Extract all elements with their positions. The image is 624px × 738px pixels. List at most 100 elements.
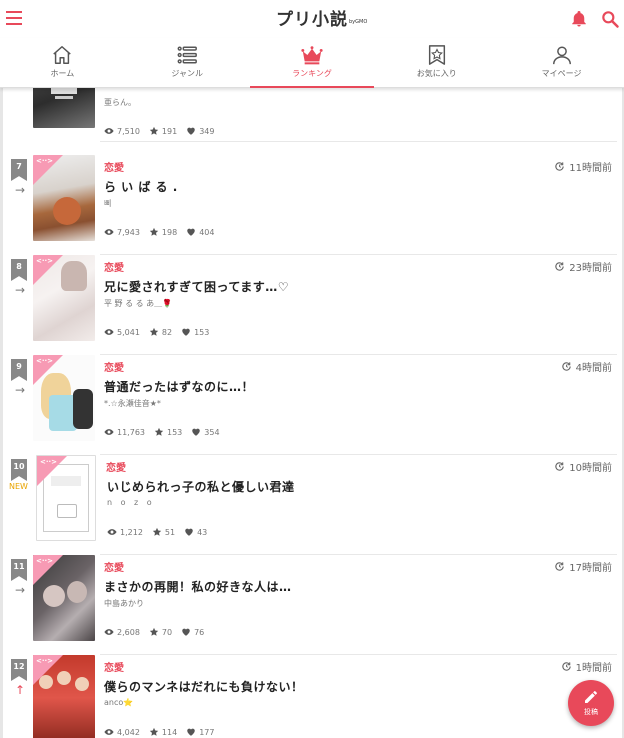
list-item[interactable]: 10 NEW <··> 恋愛 10時間前 いじめられっ子の私と優しい君達 n o… <box>3 455 622 555</box>
pencil-icon <box>585 691 597 703</box>
genre-label[interactable]: 恋愛 <box>106 459 126 474</box>
logo-subtext: byGMO <box>349 19 368 25</box>
view-count-value: 11,763 <box>117 427 145 437</box>
list-item[interactable]: 7 → <··> 恋愛 11時間前 ら い ば る . 삐 7,943 198 … <box>3 155 622 255</box>
cover-image <box>33 88 95 128</box>
cover-image: <··> <box>36 455 96 541</box>
author-name[interactable]: n o z o <box>107 498 155 507</box>
heart-icon <box>192 428 201 436</box>
tab-home[interactable]: ホーム <box>0 38 125 87</box>
star-count-value: 191 <box>161 126 178 136</box>
story-title[interactable]: 兄に愛されすぎて困ってます…♡ <box>104 278 289 295</box>
updated-time: 4時間前 <box>561 359 612 374</box>
trend-right-icon: → <box>14 583 26 597</box>
star-count: 51 <box>152 527 175 537</box>
rank-badge: 12 <box>11 659 27 681</box>
story-title[interactable]: ら い ば る . <box>104 178 178 195</box>
corner-arrow-icon: <··> <box>36 357 54 365</box>
author-name[interactable]: 中島あかり <box>104 598 144 609</box>
genre-list-icon <box>177 46 198 64</box>
corner-arrow-icon: <··> <box>40 458 58 466</box>
ranking-list: → 亜らん。 7,510 191 349 7 → <··> 恋愛 11時間前 ら… <box>0 88 624 738</box>
search-icon[interactable] <box>600 9 620 29</box>
view-count-value: 7,943 <box>117 227 140 237</box>
tab-label: ランキング <box>292 69 332 78</box>
tab-genre[interactable]: ジャンル <box>125 38 250 87</box>
star-icon <box>154 427 164 436</box>
list-item[interactable]: 8 → <··> 恋愛 23時間前 兄に愛されすぎて困ってます…♡ 平 野 る … <box>3 255 622 355</box>
updated-time-text: 1時間前 <box>575 663 612 674</box>
star-count: 153 <box>154 427 182 437</box>
rank-badge: 10 <box>11 459 27 481</box>
home-icon <box>53 46 72 64</box>
updated-time-text: 23時間前 <box>569 263 612 274</box>
story-title[interactable]: いじめられっ子の私と優しい君達 <box>107 478 295 495</box>
tab-ranking[interactable]: ランキング <box>249 38 375 88</box>
rank-badge: 9 <box>11 359 27 381</box>
author-name[interactable]: 平 野 る る あ＿🌹 <box>104 298 172 309</box>
story-title[interactable]: 普通だったはずなのに…！ <box>104 378 254 395</box>
bell-icon[interactable] <box>570 9 588 29</box>
list-item[interactable]: 11 → <··> 恋愛 17時間前 まさかの再開！私の好きな人は… 中島あかり… <box>3 555 622 655</box>
rank-badge: 7 <box>11 159 27 181</box>
trend-right-icon: → <box>14 183 26 197</box>
story-title[interactable]: まさかの再開！私の好きな人は… <box>104 578 292 595</box>
eye-icon <box>104 629 114 635</box>
star-icon <box>149 327 159 336</box>
story-stats: 7,943 198 404 <box>104 227 223 237</box>
corner-arrow-icon: <··> <box>36 257 54 265</box>
story-title[interactable]: 僕らのマンネはだれにも負けない！ <box>104 678 304 695</box>
menu-icon[interactable] <box>6 11 22 25</box>
app-logo[interactable]: プリ小説 byGMO <box>276 6 367 30</box>
heart-count: 76 <box>181 627 204 637</box>
genre-label[interactable]: 恋愛 <box>104 259 124 274</box>
heart-icon <box>187 728 195 736</box>
updated-time-text: 4時間前 <box>575 363 612 374</box>
star-count: 70 <box>149 627 172 637</box>
updated-time-text: 10時間前 <box>569 463 612 474</box>
genre-label[interactable]: 恋愛 <box>104 659 124 674</box>
eye-icon <box>107 529 117 535</box>
nav-tabs: ホーム ジャンル ランキング お気に入り マイページ <box>0 38 624 88</box>
genre-label[interactable]: 恋愛 <box>104 359 124 374</box>
cover-image: <··> <box>33 155 95 241</box>
list-item[interactable]: → 亜らん。 7,510 191 349 <box>3 88 622 142</box>
author-name[interactable]: *.☆永瀬佳音★* <box>104 398 161 409</box>
tab-label: お気に入り <box>416 69 457 78</box>
genre-label[interactable]: 恋愛 <box>104 159 124 174</box>
cover-image: <··> <box>33 655 95 738</box>
heart-count: 354 <box>191 427 220 437</box>
cover-image: <··> <box>33 555 95 641</box>
post-button[interactable]: 投稿 <box>568 680 614 726</box>
eye-icon <box>104 229 114 235</box>
list-item[interactable]: 12 ↑ <··> 恋愛 1時間前 僕らのマンネはだれにも負けない！ anco⭐… <box>3 655 622 738</box>
author-name[interactable]: 삐 <box>104 198 111 209</box>
view-count: 7,943 <box>104 227 140 237</box>
tab-mypage[interactable]: マイページ <box>499 38 624 87</box>
view-count-value: 7,510 <box>117 126 140 136</box>
heart-count-value: 354 <box>204 427 220 437</box>
story-stats: 2,608 70 76 <box>104 627 213 637</box>
star-count-value: 51 <box>164 527 176 537</box>
heart-count: 404 <box>186 227 214 237</box>
view-count-value: 2,608 <box>117 627 140 637</box>
star-count: 191 <box>149 126 177 136</box>
heart-count-value: 76 <box>194 627 205 637</box>
heart-count-value: 349 <box>199 126 215 136</box>
clock-refresh-icon <box>555 462 564 471</box>
author-name[interactable]: anco⭐ <box>104 698 133 707</box>
star-count-value: 82 <box>161 327 173 337</box>
trend-up-icon: ↑ <box>14 683 26 697</box>
star-icon <box>152 527 162 536</box>
tab-favorites[interactable]: お気に入り <box>374 38 499 87</box>
story-stats: 7,510 191 349 <box>104 126 223 136</box>
story-stats: 5,041 82 153 <box>104 327 218 337</box>
updated-time: 11時間前 <box>554 159 612 174</box>
tab-label: マイページ <box>541 69 582 78</box>
genre-label[interactable]: 恋愛 <box>104 559 124 574</box>
heart-count: 153 <box>181 327 209 337</box>
star-count: 82 <box>149 327 172 337</box>
corner-arrow-icon: <··> <box>36 657 54 665</box>
list-item[interactable]: 9 → <··> 恋愛 4時間前 普通だったはずなのに…！ *.☆永瀬佳音★* … <box>3 355 622 455</box>
logo-text: プリ小説 <box>276 10 348 30</box>
